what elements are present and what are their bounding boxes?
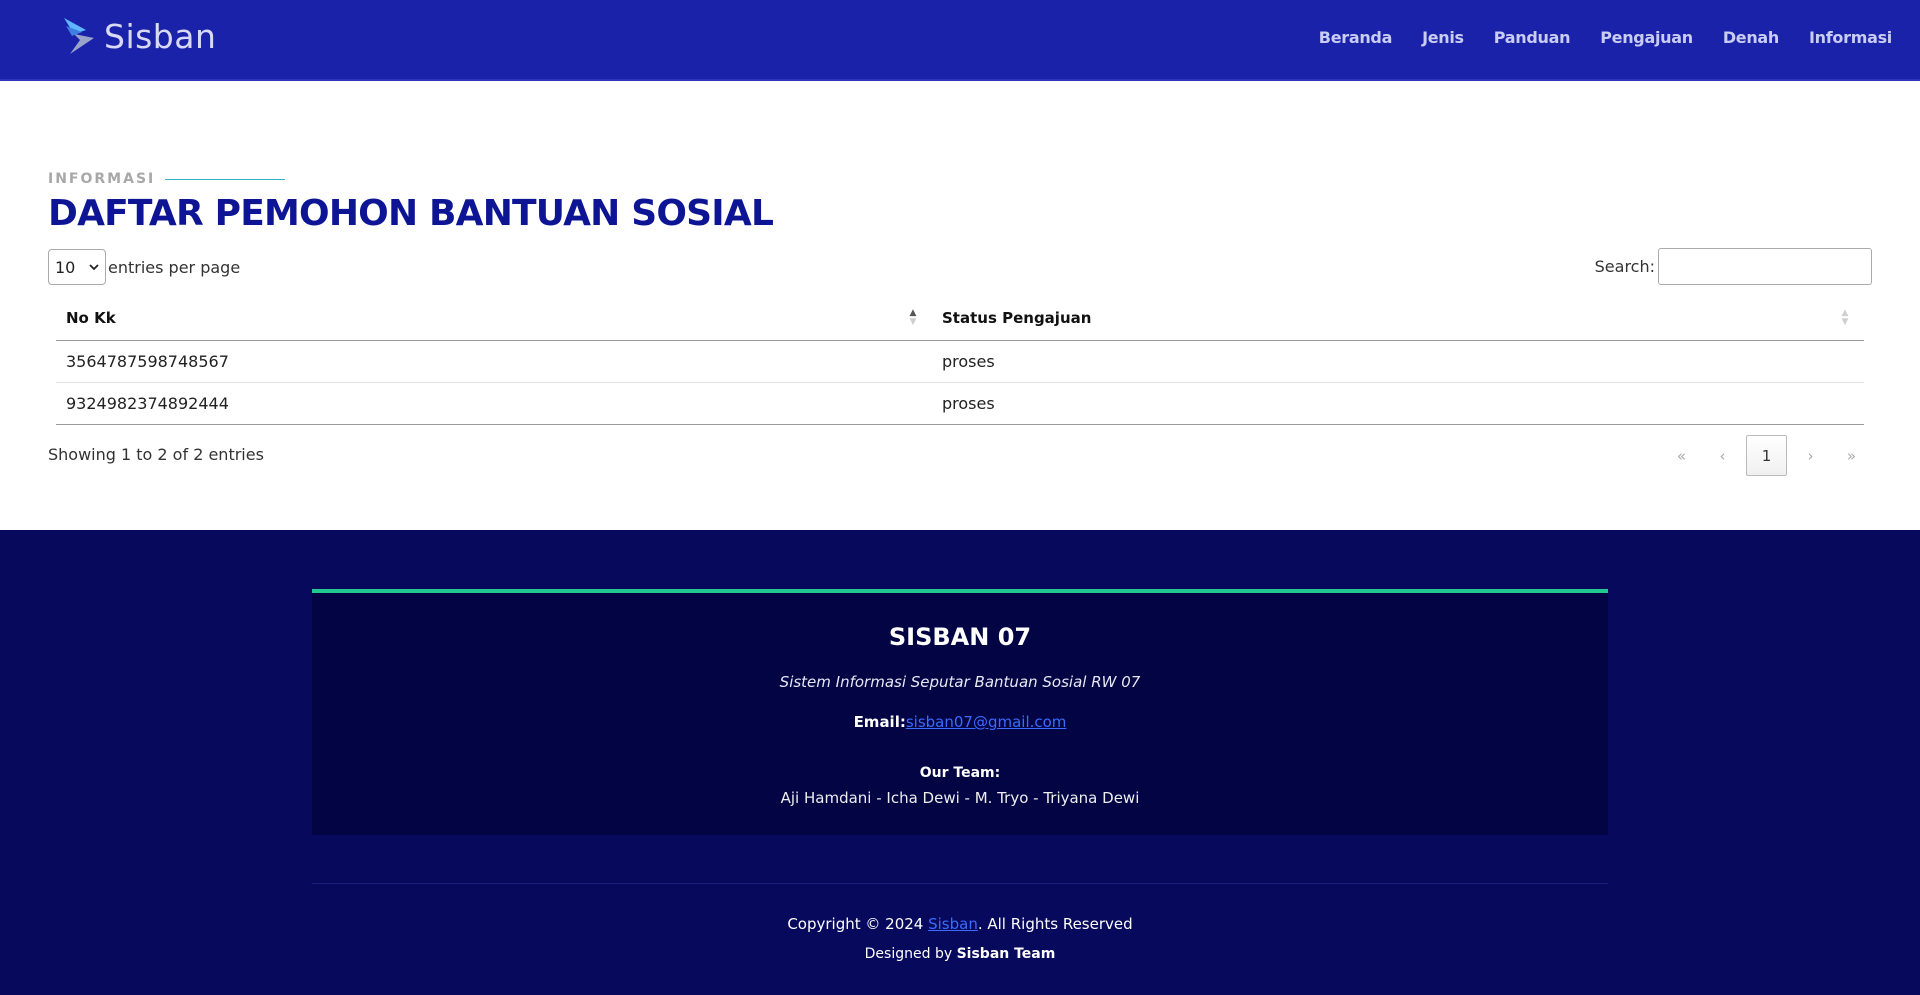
- nav-jenis[interactable]: Jenis: [1422, 28, 1464, 47]
- copyright-prefix: Copyright © 2024: [787, 915, 929, 933]
- designed-by-team: Sisban Team: [956, 946, 1056, 962]
- table-header-row: No Kk ▲ ▼ Status Pengajuan ▲ ▼: [56, 296, 1864, 341]
- cell-status: proses: [932, 340, 1864, 383]
- table-row: 3564787598748567 proses: [56, 340, 1864, 383]
- column-header-label: Status Pengajuan: [942, 308, 1092, 327]
- nav-panduan[interactable]: Panduan: [1494, 28, 1571, 47]
- footer-email-label: Email:: [853, 713, 906, 731]
- footer-email: Email:sisban07@gmail.com: [312, 713, 1608, 731]
- entries-per-page-select[interactable]: 10: [48, 249, 106, 285]
- footer-info-card: SISBAN 07 Sistem Informasi Seputar Bantu…: [312, 589, 1608, 835]
- footer-tagline: Sistem Informasi Seputar Bantuan Sosial …: [779, 673, 1141, 691]
- brand-logo[interactable]: Sisban: [62, 14, 216, 58]
- table-search: Search:: [1595, 248, 1872, 285]
- cell-no-kk: 3564787598748567: [56, 340, 932, 383]
- table-row: 9324982374892444 proses: [56, 382, 1864, 425]
- table-info: Showing 1 to 2 of 2 entries: [48, 445, 264, 464]
- top-navbar: Sisban Beranda Jenis Panduan Pengajuan D…: [0, 0, 1920, 81]
- nav-denah[interactable]: Denah: [1723, 28, 1780, 47]
- entries-per-page-control: 10 entries per page: [48, 249, 240, 285]
- search-input[interactable]: [1658, 248, 1872, 285]
- column-header-label: No Kk: [66, 308, 116, 327]
- pagination-prev-button[interactable]: ‹: [1702, 435, 1743, 476]
- applicants-table: No Kk ▲ ▼ Status Pengajuan ▲ ▼ 356478759…: [56, 296, 1864, 425]
- main-nav: Beranda Jenis Panduan Pengajuan Denah In…: [1289, 28, 1893, 47]
- footer-designed-by: Designed by Sisban Team: [0, 946, 1920, 962]
- footer-email-link[interactable]: sisban07@gmail.com: [906, 713, 1067, 731]
- designed-prefix: Designed by: [864, 946, 957, 962]
- brand-name: Sisban: [104, 16, 217, 56]
- eyebrow-divider: [165, 178, 286, 180]
- cell-no-kk: 9324982374892444: [56, 382, 932, 425]
- pagination: « ‹ 1 › »: [1661, 435, 1872, 476]
- pagination-next-button[interactable]: ›: [1790, 435, 1831, 476]
- pagination-page-button[interactable]: 1: [1746, 435, 1787, 476]
- nav-informasi[interactable]: Informasi: [1809, 28, 1892, 47]
- nav-pengajuan[interactable]: Pengajuan: [1600, 28, 1693, 47]
- footer-copyright: Copyright © 2024 Sisban. All Rights Rese…: [0, 915, 1920, 933]
- footer-team-label: Our Team:: [919, 765, 1001, 781]
- chevron-down-icon: [89, 264, 99, 271]
- sort-ascending-icon: ▲ ▼: [909, 308, 917, 327]
- search-label: Search:: [1594, 257, 1655, 276]
- site-footer: SISBAN 07 Sistem Informasi Seputar Bantu…: [0, 530, 1920, 995]
- pagination-first-button[interactable]: «: [1661, 435, 1702, 476]
- sisban-logo-icon: [64, 18, 94, 54]
- pagination-last-button[interactable]: »: [1831, 435, 1872, 476]
- footer-brand: SISBAN 07: [888, 623, 1032, 651]
- nav-beranda[interactable]: Beranda: [1319, 28, 1393, 47]
- eyebrow-label: INFORMASI: [48, 171, 156, 187]
- footer-team-members: Aji Hamdani - Icha Dewi - M. Tryo - Triy…: [780, 789, 1140, 807]
- sort-unsorted-icon: ▲ ▼: [1841, 308, 1849, 327]
- copyright-link[interactable]: Sisban: [928, 915, 978, 933]
- section-eyebrow: INFORMASI: [48, 171, 286, 187]
- page-title: DAFTAR PEMOHON BANTUAN SOSIAL: [48, 193, 774, 234]
- column-header-no-kk[interactable]: No Kk ▲ ▼: [56, 296, 932, 341]
- entries-per-page-label: entries per page: [108, 257, 241, 277]
- copyright-suffix: . All Rights Reserved: [977, 915, 1133, 933]
- footer-divider: [312, 883, 1608, 884]
- column-header-status-pengajuan[interactable]: Status Pengajuan ▲ ▼: [932, 296, 1864, 341]
- entries-per-page-value: 10: [55, 257, 76, 277]
- cell-status: proses: [932, 382, 1864, 425]
